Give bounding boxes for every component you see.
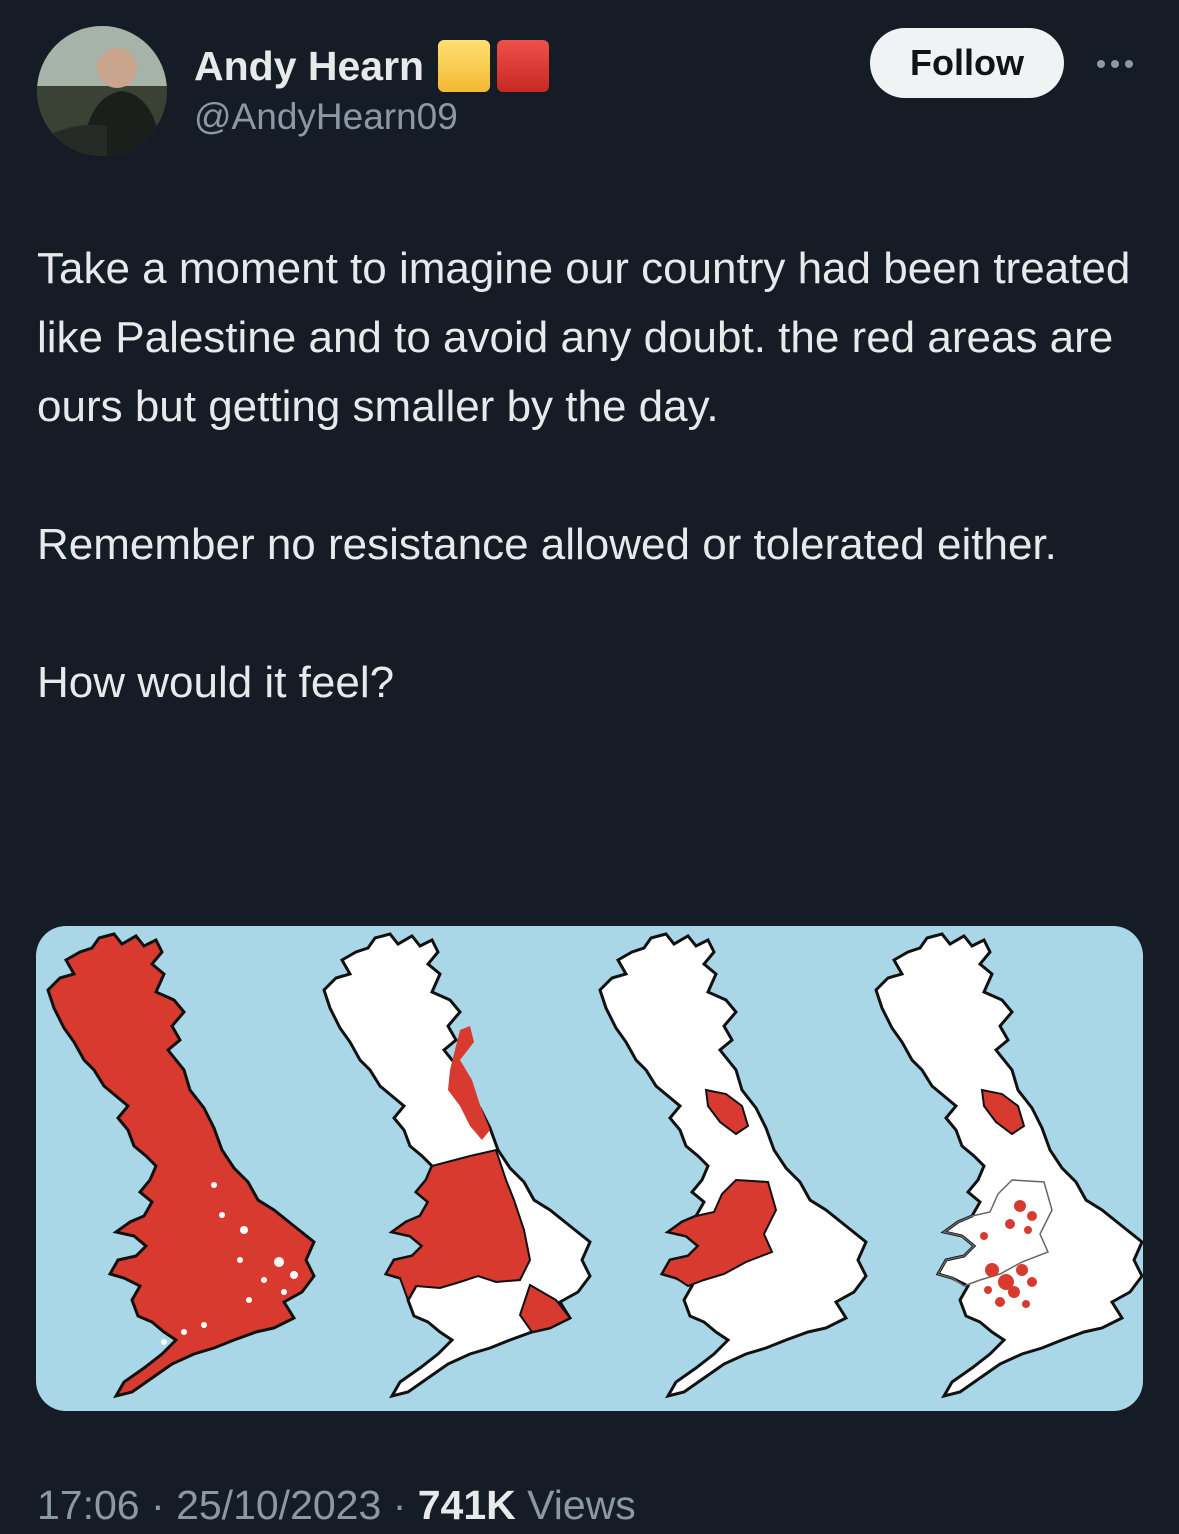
views-label: Views (527, 1482, 636, 1528)
map-4 (874, 932, 1143, 1398)
yellow-square-icon (438, 40, 491, 92)
tweet-paragraph: Take a moment to imagine our country had… (37, 244, 1131, 431)
follow-button[interactable]: Follow (870, 28, 1064, 98)
map-3 (598, 932, 868, 1398)
red-square-icon (497, 40, 550, 92)
author-name-text: Andy Hearn (194, 42, 425, 89)
tweet-time[interactable]: 17:06 (37, 1482, 140, 1528)
tweet-media-image[interactable] (36, 926, 1143, 1411)
tweet-text: Take a moment to imagine our country had… (37, 234, 1147, 717)
views-count: 741K (417, 1482, 516, 1528)
meta-separator: · (151, 1482, 165, 1528)
tweet-paragraph: How would it feel? (37, 658, 395, 707)
tweet-meta: 17:06 · 25/10/2023 · 741K Views (37, 1482, 636, 1529)
author-handle[interactable]: @AndyHearn09 (194, 96, 458, 138)
map-2 (322, 932, 592, 1398)
tweet-paragraph: Remember no resistance allowed or tolera… (37, 520, 1057, 569)
author-display-name[interactable]: Andy Hearn (194, 40, 550, 92)
map-1 (46, 932, 316, 1398)
uk-maps-illustration (46, 932, 1143, 1398)
tweet-date[interactable]: 25/10/2023 (176, 1482, 381, 1528)
more-options-icon[interactable] (1090, 44, 1140, 84)
author-avatar[interactable] (37, 26, 167, 156)
meta-separator: · (392, 1482, 407, 1528)
